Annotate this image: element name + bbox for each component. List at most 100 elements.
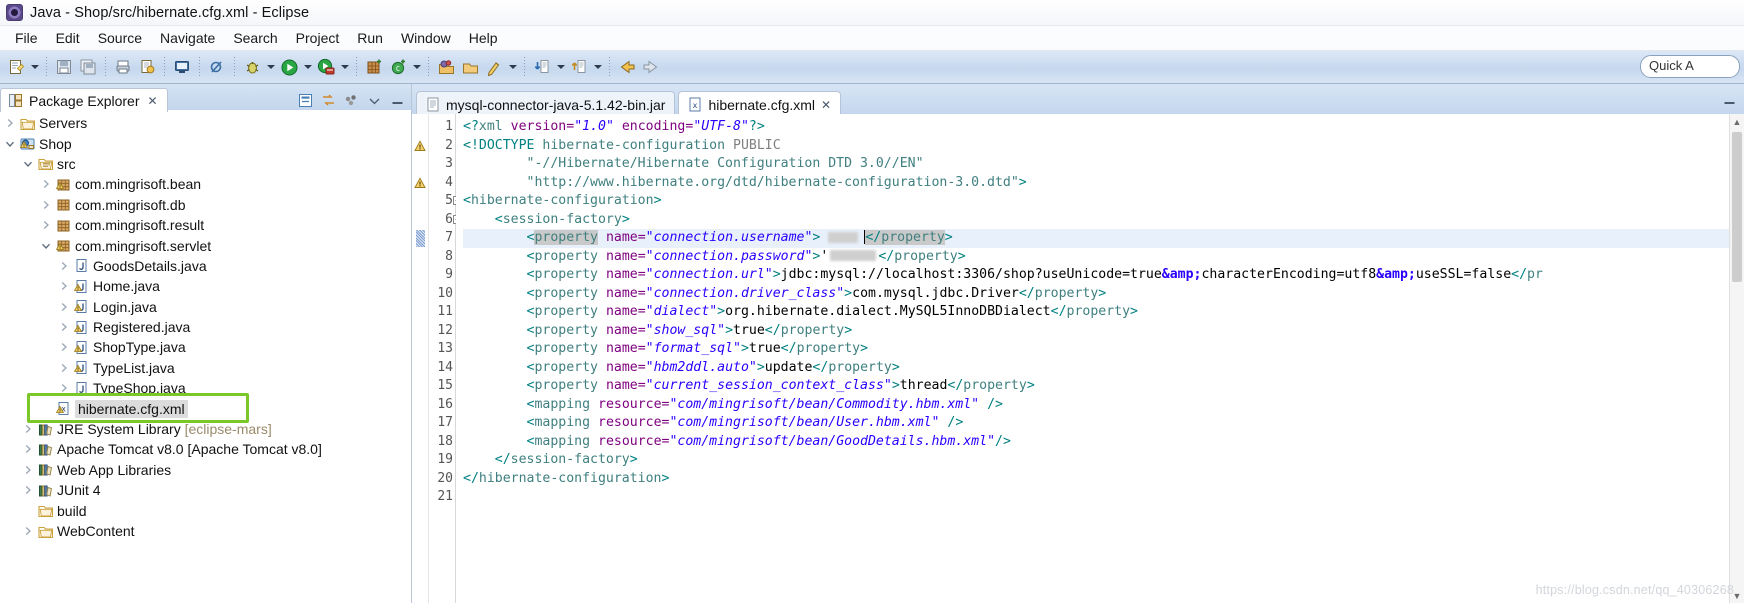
new-class-dropdown-icon[interactable] (410, 56, 423, 78)
twisty-collapsed-icon[interactable] (20, 526, 36, 536)
scrollbar-thumb[interactable] (1732, 132, 1742, 282)
twisty-collapsed-icon[interactable] (2, 118, 18, 128)
menu-edit[interactable]: Edit (47, 28, 89, 48)
tree-item-hibernate-cfg-xml[interactable]: x hibernate.cfg.xml (0, 398, 411, 418)
menu-search[interactable]: Search (224, 28, 286, 48)
twisty-collapsed-icon[interactable] (56, 261, 72, 271)
code-line[interactable]: <session-factory> (463, 211, 1744, 230)
tree-item-junit-4[interactable]: JUnit 4 (0, 480, 411, 500)
twisty-collapsed-icon[interactable] (56, 322, 72, 332)
tree-item-com-mingrisoft-db[interactable]: com.mingrisoft.db (0, 195, 411, 215)
export-icon[interactable] (136, 56, 158, 78)
twisty-collapsed-icon[interactable] (38, 179, 54, 189)
menu-project[interactable]: Project (287, 28, 349, 48)
tree-item-shoptype-java[interactable]: ShopType.java (0, 337, 411, 357)
twisty-collapsed-icon[interactable] (38, 200, 54, 210)
source-editor[interactable]: 12345−6−789101112131415161718192021 <?xm… (412, 114, 1744, 603)
menu-window[interactable]: Window (392, 28, 460, 48)
tree-item-build[interactable]: build (0, 500, 411, 520)
twisty-collapsed-icon[interactable] (20, 424, 36, 434)
tree-item-web-app-libraries[interactable]: Web App Libraries (0, 460, 411, 480)
code-line[interactable]: </hibernate-configuration> (463, 470, 1744, 489)
code-line[interactable]: <property name="current_session_context_… (463, 377, 1744, 396)
code-line[interactable]: <property name="dialect">org.hibernate.d… (463, 303, 1744, 322)
toggle-console-icon[interactable] (171, 56, 193, 78)
open-task-icon[interactable] (459, 56, 481, 78)
tree-item-home-java[interactable]: Home.java (0, 276, 411, 296)
twisty-expanded-icon[interactable] (2, 139, 18, 149)
twisty-collapsed-icon[interactable] (20, 485, 36, 495)
close-icon[interactable]: ✕ (148, 94, 158, 108)
menu-help[interactable]: Help (460, 28, 507, 48)
menu-run[interactable]: Run (348, 28, 392, 48)
run-server-icon[interactable] (315, 56, 337, 78)
previous-annotation-dropdown-icon[interactable] (591, 56, 604, 78)
code-line[interactable]: <property name="connection.password">' </… (463, 248, 1744, 267)
link-with-editor-icon[interactable] (320, 92, 336, 108)
code-line[interactable]: <property name="connection.url">jdbc:mys… (463, 266, 1744, 285)
new-java-package-icon[interactable] (363, 56, 385, 78)
menu-navigate[interactable]: Navigate (151, 28, 224, 48)
code-line[interactable]: <mapping resource="com/mingrisoft/bean/G… (463, 433, 1744, 452)
twisty-expanded-icon[interactable] (20, 159, 36, 169)
tree-item-servers[interactable]: Servers (0, 113, 411, 133)
tree-item-com-mingrisoft-result[interactable]: com.mingrisoft.result (0, 215, 411, 235)
code-line[interactable]: <hibernate-configuration> (463, 192, 1744, 211)
debug-icon[interactable] (241, 56, 263, 78)
search-icon[interactable] (483, 56, 505, 78)
code-line[interactable]: <!DOCTYPE hibernate-configuration PUBLIC (463, 137, 1744, 156)
debug-dropdown-icon[interactable] (264, 56, 277, 78)
menu-source[interactable]: Source (89, 28, 151, 48)
annotation-ruler[interactable] (412, 114, 429, 603)
run-icon[interactable] (278, 56, 300, 78)
open-type-icon[interactable] (435, 56, 457, 78)
search-dropdown-icon[interactable] (506, 56, 519, 78)
view-menu-dots-icon[interactable] (343, 92, 359, 108)
tree-item-login-java[interactable]: Login.java (0, 297, 411, 317)
tree-item-shop[interactable]: Shop (0, 133, 411, 153)
quick-access-input[interactable]: Quick A (1640, 55, 1740, 78)
forward-icon[interactable] (640, 56, 662, 78)
next-annotation-dropdown-icon[interactable] (554, 56, 567, 78)
scroll-up-icon[interactable]: ▲ (1730, 114, 1744, 129)
print-icon[interactable] (112, 56, 134, 78)
twisty-collapsed-icon[interactable] (56, 383, 72, 393)
new-wizard-dropdown-icon[interactable] (28, 56, 41, 78)
tree-item-webcontent[interactable]: WebContent (0, 521, 411, 541)
save-all-icon[interactable] (77, 56, 99, 78)
tree-item-com-mingrisoft-bean[interactable]: com.mingrisoft.bean (0, 174, 411, 194)
menu-file[interactable]: File (6, 28, 47, 48)
code-line[interactable]: "-//Hibernate/Hibernate Configuration DT… (463, 155, 1744, 174)
save-icon[interactable] (53, 56, 75, 78)
tree-item-apache-tomcat-v8-0-apache-tomcat-v8-0[interactable]: Apache Tomcat v8.0 [Apache Tomcat v8.0] (0, 439, 411, 459)
twisty-collapsed-icon[interactable] (56, 342, 72, 352)
twisty-expanded-icon[interactable] (38, 241, 54, 251)
tree-item-jre-system-library[interactable]: JRE System Library [eclipse-mars] (0, 419, 411, 439)
tab-package-explorer[interactable]: Package Explorer ✕ (0, 88, 168, 112)
code-line[interactable]: <property name="hbm2ddl.auto">update</pr… (463, 359, 1744, 378)
code-line[interactable]: "http://www.hibernate.org/dtd/hibernate-… (463, 174, 1744, 193)
collapse-all-icon[interactable] (297, 92, 313, 108)
twisty-collapsed-icon[interactable] (56, 363, 72, 373)
code-line[interactable]: <mapping resource="com/mingrisoft/bean/U… (463, 414, 1744, 433)
tree-item-registered-java[interactable]: Registered.java (0, 317, 411, 337)
next-annotation-icon[interactable] (531, 56, 553, 78)
code-line[interactable]: <property name="connection.username"> </p… (463, 229, 1744, 248)
twisty-collapsed-icon[interactable] (20, 444, 36, 454)
code-content[interactable]: <?xml version="1.0" encoding="UTF-8"?> <!… (456, 114, 1744, 603)
minimize-view-icon[interactable] (389, 92, 405, 108)
code-line[interactable]: <property name="show_sql">true</property… (463, 322, 1744, 341)
project-tree[interactable]: Servers Shop src com.mingrisoft.bean com.min… (0, 110, 411, 603)
new-java-class-icon[interactable]: C (387, 56, 409, 78)
twisty-collapsed-icon[interactable] (56, 281, 72, 291)
code-line[interactable]: </session-factory> (463, 451, 1744, 470)
run-server-dropdown-icon[interactable] (338, 56, 351, 78)
twisty-collapsed-icon[interactable] (20, 465, 36, 475)
tree-item-src[interactable]: src (0, 154, 411, 174)
skip-breakpoints-icon[interactable] (206, 56, 228, 78)
new-wizard-icon[interactable] (5, 56, 27, 78)
tree-item-typeshop-java[interactable]: TypeShop.java (0, 378, 411, 398)
code-line[interactable]: <mapping resource="com/mingrisoft/bean/C… (463, 396, 1744, 415)
editor-vertical-scrollbar[interactable]: ▲ ▼ (1729, 114, 1744, 603)
tree-item-com-mingrisoft-servlet[interactable]: com.mingrisoft.servlet (0, 235, 411, 255)
